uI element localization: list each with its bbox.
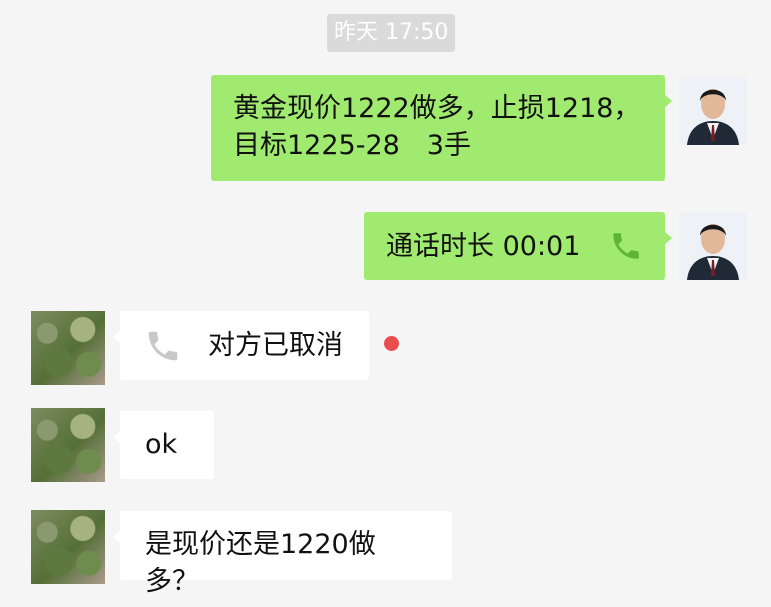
message-bubble-peer[interactable]: ok bbox=[113, 411, 214, 479]
phone-icon bbox=[148, 331, 178, 360]
message-text: 黄金现价1222做多，止损1218，目标1225-28 3手 bbox=[233, 93, 641, 161]
call-status-text: 对方已取消 bbox=[208, 330, 343, 361]
person-avatar-icon bbox=[679, 77, 747, 145]
phone-icon bbox=[613, 233, 639, 259]
avatar-peer[interactable] bbox=[31, 311, 105, 385]
call-bubble-peer[interactable]: 对方已取消 bbox=[113, 311, 369, 380]
person-avatar-icon bbox=[679, 212, 747, 280]
message-text: ok bbox=[145, 429, 178, 460]
avatar-peer[interactable] bbox=[31, 510, 105, 584]
timestamp: 昨天 17:50 bbox=[327, 14, 456, 52]
avatar-self[interactable] bbox=[679, 212, 747, 280]
call-bubble-self[interactable]: 通话时长 00:01 bbox=[364, 212, 672, 280]
avatar-peer[interactable] bbox=[31, 408, 105, 482]
unread-dot bbox=[384, 336, 399, 351]
message-bubble-peer[interactable]: 是现价还是1220做多？ bbox=[113, 511, 452, 597]
avatar-self[interactable] bbox=[679, 77, 747, 145]
message-text: 是现价还是1220做多？ bbox=[145, 529, 376, 597]
call-duration-text: 通话时长 00:01 bbox=[386, 230, 581, 262]
message-bubble-self[interactable]: 黄金现价1222做多，止损1218，目标1225-28 3手 bbox=[211, 75, 672, 181]
